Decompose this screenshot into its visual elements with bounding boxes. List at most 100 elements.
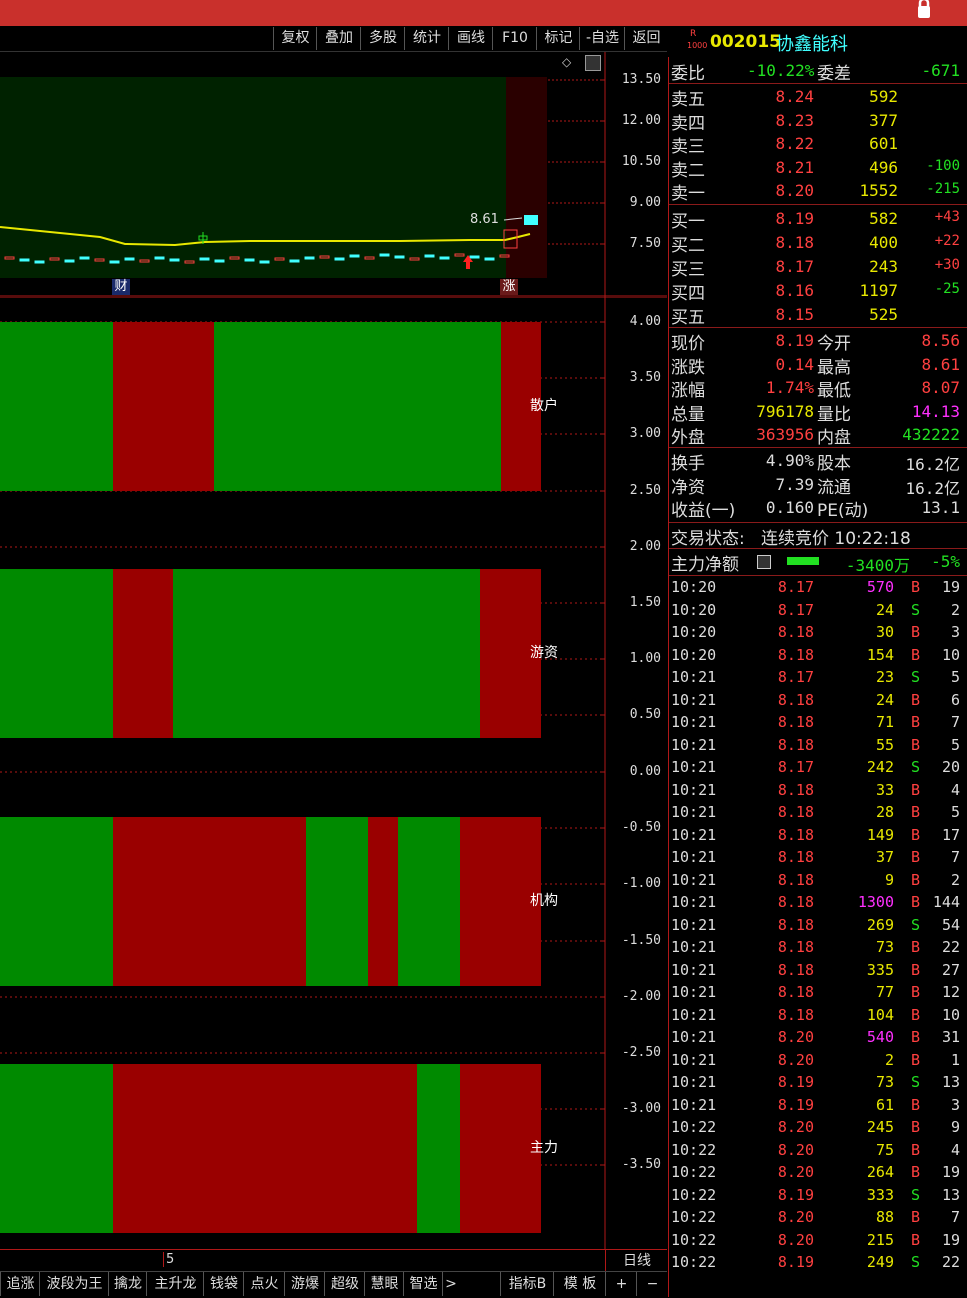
tick-count: 10 xyxy=(941,1005,960,1024)
fund-row: 收益(一) 0.160 PE(动) 13.1 xyxy=(669,496,967,522)
ask-row[interactable]: 卖三 8.22 601 xyxy=(669,132,967,157)
tick-volume: 9 xyxy=(884,870,894,889)
ask-price: 8.23 xyxy=(775,110,814,130)
indicator-tick: -2.50 xyxy=(621,1045,661,1060)
trade-tick-row: 10:21 8.20 540 B 31 xyxy=(669,1028,967,1050)
band-segment xyxy=(0,1064,113,1233)
tick-time: 10:21 xyxy=(671,758,717,776)
tick-price: 8.20 xyxy=(777,1028,814,1046)
tick-count: 19 xyxy=(941,578,960,596)
band-segment xyxy=(417,1064,460,1233)
indicator-tick: 0.50 xyxy=(629,707,661,722)
toolbar-btn-6[interactable]: 标记 xyxy=(536,27,580,50)
toolbar-btn-5[interactable]: F10 xyxy=(492,27,537,50)
tick-side: B xyxy=(910,1230,920,1249)
tick-time: 10:22 xyxy=(671,1118,717,1136)
tick-price: 8.18 xyxy=(777,915,814,934)
bottom-tab-4[interactable]: 钱袋 xyxy=(203,1272,244,1296)
ask-row[interactable]: 卖一 8.20 1552 -215 xyxy=(669,179,967,204)
fund-label: 换手 xyxy=(671,454,705,474)
ask-row[interactable]: 卖二 8.21 496 -100 xyxy=(669,156,967,181)
quote-label: 涨跌 xyxy=(671,357,705,378)
bottom-tab-6[interactable]: 游爆 xyxy=(284,1272,325,1296)
bid-row[interactable]: 买四 8.16 1197 -25 xyxy=(669,279,967,304)
bottom-tab-8[interactable]: 慧眼 xyxy=(364,1272,404,1296)
panel-toggle-icon[interactable] xyxy=(585,55,601,71)
tick-time: 10:22 xyxy=(671,1253,717,1271)
bottom-right-btn-2[interactable]: + xyxy=(605,1272,637,1296)
trade-tick-row: 10:21 8.18 335 B 27 xyxy=(669,961,967,983)
toolbar-btn-7[interactable]: -自选 xyxy=(579,27,625,50)
bid-row[interactable]: 买五 8.15 525 xyxy=(669,303,967,328)
band-segment xyxy=(0,322,113,491)
bottom-tab-0[interactable]: 追涨 xyxy=(0,1272,40,1296)
fund-label2: 股本 xyxy=(817,454,851,474)
ask-label: 卖二 xyxy=(671,160,705,181)
bottom-tab-7[interactable]: 超级 xyxy=(324,1272,365,1296)
ask-row[interactable]: 卖四 8.23 377 xyxy=(669,109,967,134)
tick-volume: 245 xyxy=(866,1118,894,1136)
tick-side: S xyxy=(910,600,920,619)
toolbar-btn-3[interactable]: 统计 xyxy=(404,27,449,50)
bottom-tab-2[interactable]: 擒龙 xyxy=(108,1272,147,1296)
tick-volume: 149 xyxy=(866,825,894,844)
bid-change: +43 xyxy=(934,209,960,225)
bid-row[interactable]: 买三 8.17 243 +30 xyxy=(669,255,967,280)
bottom-tab-10[interactable]: > xyxy=(442,1272,459,1296)
chart-plot-area xyxy=(0,77,506,278)
bottom-tab-5[interactable]: 点火 xyxy=(243,1272,285,1296)
indicator-panel[interactable]: 4.00 3.50 3.00 2.50 2.00 1.50 1.00 0.50 0.00 -0.5… xyxy=(0,297,667,1249)
diamond-icon[interactable]: ◇ xyxy=(562,55,576,69)
toolbar-btn-1[interactable]: 叠加 xyxy=(316,27,361,50)
trade-tick-row: 10:21 8.17 242 S 20 xyxy=(669,758,967,780)
quote-label2: 内盘 xyxy=(817,428,851,449)
stock-name[interactable]: 协鑫能科 xyxy=(776,30,848,56)
trade-tick-row: 10:21 8.18 77 B 12 xyxy=(669,983,967,1005)
status-value: 连续竞价 10:22:18 xyxy=(761,529,911,549)
fund-label: 收益(一) xyxy=(671,501,736,522)
toolbar-btn-4[interactable]: 画线 xyxy=(448,27,493,50)
candle xyxy=(394,255,405,259)
toolbar-btn-0[interactable]: 复权 xyxy=(273,27,317,50)
quote-value2: 8.07 xyxy=(921,378,960,398)
quote-value: 796178 xyxy=(756,401,814,421)
period-label[interactable]: 日线 xyxy=(605,1250,668,1272)
trade-tick-row: 10:21 8.18 33 B 4 xyxy=(669,781,967,803)
bottom-right-btn-3[interactable]: − xyxy=(636,1272,668,1296)
tick-price: 8.18 xyxy=(777,623,814,641)
toolbar-btn-8[interactable]: 返回 xyxy=(624,27,668,50)
tick-volume: 335 xyxy=(866,960,894,979)
tick-price: 8.20 xyxy=(777,1118,814,1136)
bid-row[interactable]: 买二 8.18 400 +22 xyxy=(669,231,967,256)
tick-price: 8.18 xyxy=(777,780,814,799)
bid-label: 买三 xyxy=(671,260,705,280)
band-segment xyxy=(113,322,214,491)
bottom-right-btn-1[interactable]: 模 板 xyxy=(553,1272,606,1296)
bottom-right-btn-0[interactable]: 指标B xyxy=(500,1272,554,1296)
toolbar-btn-2[interactable]: 多股 xyxy=(360,27,405,50)
candle xyxy=(379,253,390,257)
kline-chart[interactable]: ◇ 8.61 财 涨 13.50 12.00 10.50 9.00 7.50 xyxy=(0,52,667,297)
tick-volume: 28 xyxy=(875,803,894,821)
quote-label2: 最高 xyxy=(817,357,851,378)
lock-icon[interactable] xyxy=(911,0,937,20)
tick-price: 8.18 xyxy=(777,803,814,821)
indicator-tick: -0.50 xyxy=(621,820,661,835)
marker-finance[interactable]: 财 xyxy=(112,279,130,295)
price-tick: 12.00 xyxy=(621,113,661,128)
trade-tick-row: 10:20 8.18 154 B 10 xyxy=(669,646,967,668)
list-icon[interactable] xyxy=(757,555,771,569)
ask-label: 卖四 xyxy=(671,113,705,134)
bid-change: +22 xyxy=(934,233,960,249)
tick-count: 4 xyxy=(950,780,960,799)
bottom-tab-3[interactable]: 主升龙 xyxy=(146,1272,204,1296)
tick-side: B xyxy=(910,960,920,979)
marker-limit-up[interactable]: 涨 xyxy=(500,279,518,295)
mainflow-pct: -5% xyxy=(931,552,960,571)
bottom-tab-9[interactable]: 智选 xyxy=(403,1272,443,1296)
ask-row[interactable]: 卖五 8.24 592 xyxy=(669,85,967,110)
bottom-tab-1[interactable]: 波段为王 xyxy=(39,1272,109,1296)
tick-side: B xyxy=(910,1163,920,1181)
ask-volume: 592 xyxy=(869,87,898,106)
bid-row[interactable]: 买一 8.19 582 +43 xyxy=(669,207,967,232)
